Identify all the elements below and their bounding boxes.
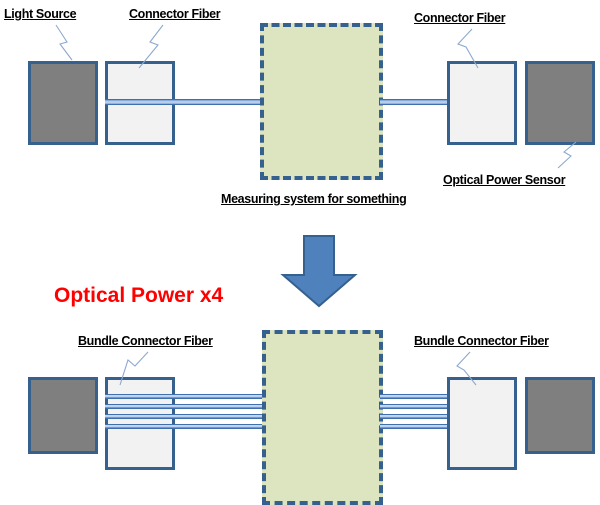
connector-fiber-right-housing: [447, 61, 517, 145]
down-arrow-icon: [280, 235, 358, 308]
bundle-fiber-left-4: [105, 424, 266, 429]
label-connector-fiber-right: Connector Fiber: [414, 11, 506, 25]
bundle-fiber-left-3: [105, 414, 266, 419]
label-bundle-connector-fiber-left: Bundle Connector Fiber: [78, 334, 213, 348]
light-source-device-bundle: [28, 377, 98, 454]
measuring-system-box: [260, 23, 383, 180]
light-source-device: [28, 61, 98, 145]
optical-power-sensor-device-bundle: [525, 377, 595, 454]
fiber-line-left: [105, 99, 264, 105]
optical-power-sensor-device: [525, 61, 595, 145]
optical-power-callout: Optical Power x4: [54, 284, 224, 307]
bundle-fiber-left-1: [105, 394, 266, 399]
bundle-fiber-left-2: [105, 404, 266, 409]
label-measuring-system: Measuring system for something: [221, 192, 407, 206]
bundle-connector-right-housing: [447, 377, 517, 470]
label-light-source: Light Source: [4, 7, 77, 21]
label-optical-power-sensor: Optical Power Sensor: [443, 173, 566, 187]
diagram-canvas: Light Source Connector Fiber Connector F…: [0, 0, 600, 505]
label-connector-fiber-left: Connector Fiber: [129, 7, 221, 21]
label-bundle-connector-fiber-right: Bundle Connector Fiber: [414, 334, 549, 348]
measuring-system-box-bundle: [262, 330, 383, 505]
